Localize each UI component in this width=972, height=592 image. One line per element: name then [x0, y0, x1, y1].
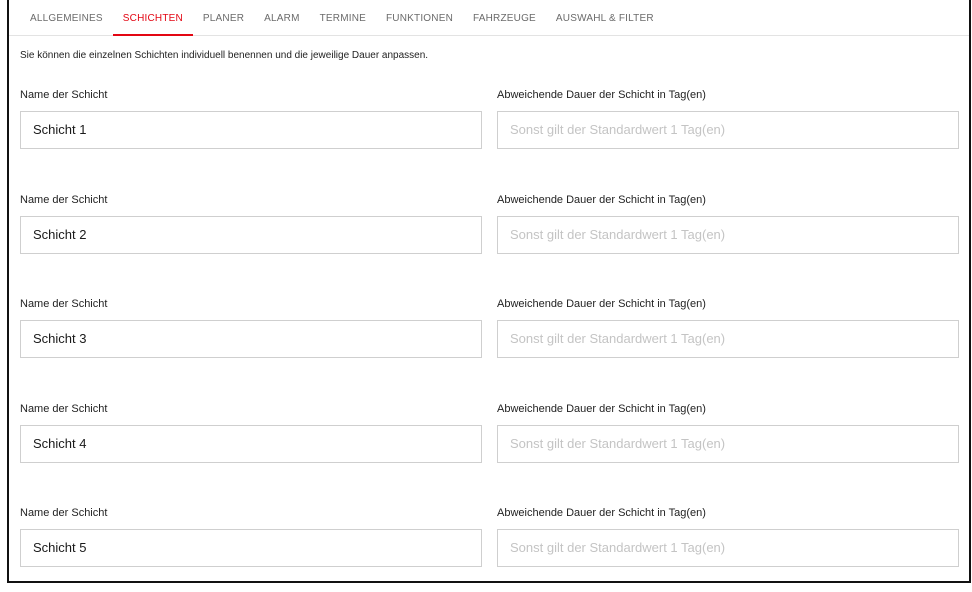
intro-text: Sie können die einzelnen Schichten indiv…: [20, 50, 429, 61]
tab-fahrzeuge[interactable]: FAHRZEUGE: [463, 0, 546, 36]
shift-row-3: Name der Schicht Schicht 3 Abweichende D…: [20, 297, 962, 367]
shift-duration-field: Abweichende Dauer der Schicht in Tag(en)…: [497, 506, 959, 567]
shift-duration-field: Abweichende Dauer der Schicht in Tag(en)…: [497, 402, 959, 463]
tab-funktionen[interactable]: FUNKTIONEN: [376, 0, 463, 36]
shift-row-1: Name der Schicht Schicht 1 Abweichende D…: [20, 88, 962, 158]
shift-name-input[interactable]: Schicht 2: [20, 216, 482, 254]
shift-name-field: Name der Schicht Schicht 4: [20, 402, 482, 463]
shift-duration-field: Abweichende Dauer der Schicht in Tag(en)…: [497, 193, 959, 254]
shift-row-4: Name der Schicht Schicht 4 Abweichende D…: [20, 402, 962, 472]
shift-name-input[interactable]: Schicht 4: [20, 425, 482, 463]
shift-name-field: Name der Schicht Schicht 1: [20, 88, 482, 149]
shift-duration-input[interactable]: Sonst gilt der Standardwert 1 Tag(en): [497, 320, 959, 358]
shift-row-5: Name der Schicht Schicht 5 Abweichende D…: [20, 506, 962, 576]
tab-auswahl-filter[interactable]: AUSWAHL & FILTER: [546, 0, 664, 36]
tab-termine[interactable]: TERMINE: [310, 0, 376, 36]
shift-duration-field: Abweichende Dauer der Schicht in Tag(en)…: [497, 88, 959, 149]
tab-allgemeines[interactable]: ALLGEMEINES: [20, 0, 113, 36]
tab-schichten[interactable]: SCHICHTEN: [112, 0, 193, 36]
shift-name-label: Name der Schicht: [20, 507, 108, 519]
shift-name-field: Name der Schicht Schicht 3: [20, 297, 482, 358]
shift-name-label: Name der Schicht: [20, 194, 108, 206]
shift-name-label: Name der Schicht: [20, 298, 108, 310]
shift-duration-input[interactable]: Sonst gilt der Standardwert 1 Tag(en): [497, 216, 959, 254]
tab-alarm[interactable]: ALARM: [254, 0, 309, 36]
shift-duration-label: Abweichende Dauer der Schicht in Tag(en): [497, 403, 706, 415]
tab-planer[interactable]: PLANER: [193, 0, 254, 36]
shift-duration-label: Abweichende Dauer der Schicht in Tag(en): [497, 194, 706, 206]
shift-name-field: Name der Schicht Schicht 2: [20, 193, 482, 254]
shift-duration-label: Abweichende Dauer der Schicht in Tag(en): [497, 298, 706, 310]
shift-duration-label: Abweichende Dauer der Schicht in Tag(en): [497, 89, 706, 101]
shift-name-field: Name der Schicht Schicht 5: [20, 506, 482, 567]
shift-duration-label: Abweichende Dauer der Schicht in Tag(en): [497, 507, 706, 519]
shift-name-label: Name der Schicht: [20, 89, 108, 101]
shift-row-2: Name der Schicht Schicht 2 Abweichende D…: [20, 193, 962, 263]
shift-duration-input[interactable]: Sonst gilt der Standardwert 1 Tag(en): [497, 529, 959, 567]
settings-panel: ALLGEMEINES SCHICHTEN PLANER ALARM TERMI…: [7, 0, 971, 583]
shift-duration-input[interactable]: Sonst gilt der Standardwert 1 Tag(en): [497, 425, 959, 463]
shift-duration-input[interactable]: Sonst gilt der Standardwert 1 Tag(en): [497, 111, 959, 149]
shift-name-input[interactable]: Schicht 3: [20, 320, 482, 358]
shift-duration-field: Abweichende Dauer der Schicht in Tag(en)…: [497, 297, 959, 358]
shift-name-label: Name der Schicht: [20, 403, 108, 415]
shift-name-input[interactable]: Schicht 5: [20, 529, 482, 567]
shift-name-input[interactable]: Schicht 1: [20, 111, 482, 149]
tab-bar: ALLGEMEINES SCHICHTEN PLANER ALARM TERMI…: [9, 0, 969, 36]
